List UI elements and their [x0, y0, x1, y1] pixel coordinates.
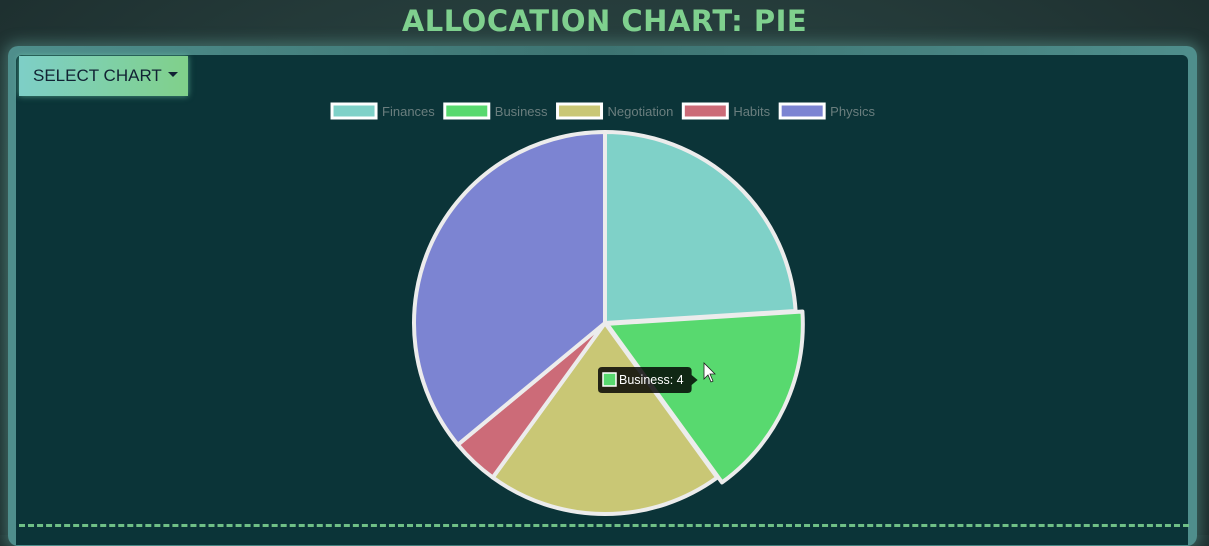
chart-legend: Finances Business Negotiation Habits Physics — [330, 102, 875, 120]
tooltip-swatch — [602, 372, 617, 387]
pie-slice-finances[interactable] — [603, 130, 798, 325]
section-divider — [19, 524, 1189, 527]
legend-swatch-business[interactable] — [443, 102, 491, 120]
legend-swatch-negotiation[interactable] — [556, 102, 604, 120]
legend-swatch-finances[interactable] — [330, 102, 378, 120]
legend-label-negotiation[interactable]: Negotiation — [608, 104, 674, 119]
legend-swatch-physics[interactable] — [778, 102, 826, 120]
chart-tooltip: Business: 4 — [598, 367, 698, 393]
legend-label-habits[interactable]: Habits — [733, 104, 770, 119]
legend-label-physics[interactable]: Physics — [830, 104, 875, 119]
legend-swatch-habits[interactable] — [681, 102, 729, 120]
legend-label-business[interactable]: Business — [495, 104, 548, 119]
legend-label-finances[interactable]: Finances — [382, 104, 435, 119]
tooltip-text: Business: 4 — [619, 373, 684, 387]
pie-chart[interactable]: Finances Business Negotiation Habits Physics… — [0, 0, 1209, 535]
pie-slices[interactable] — [412, 130, 805, 516]
